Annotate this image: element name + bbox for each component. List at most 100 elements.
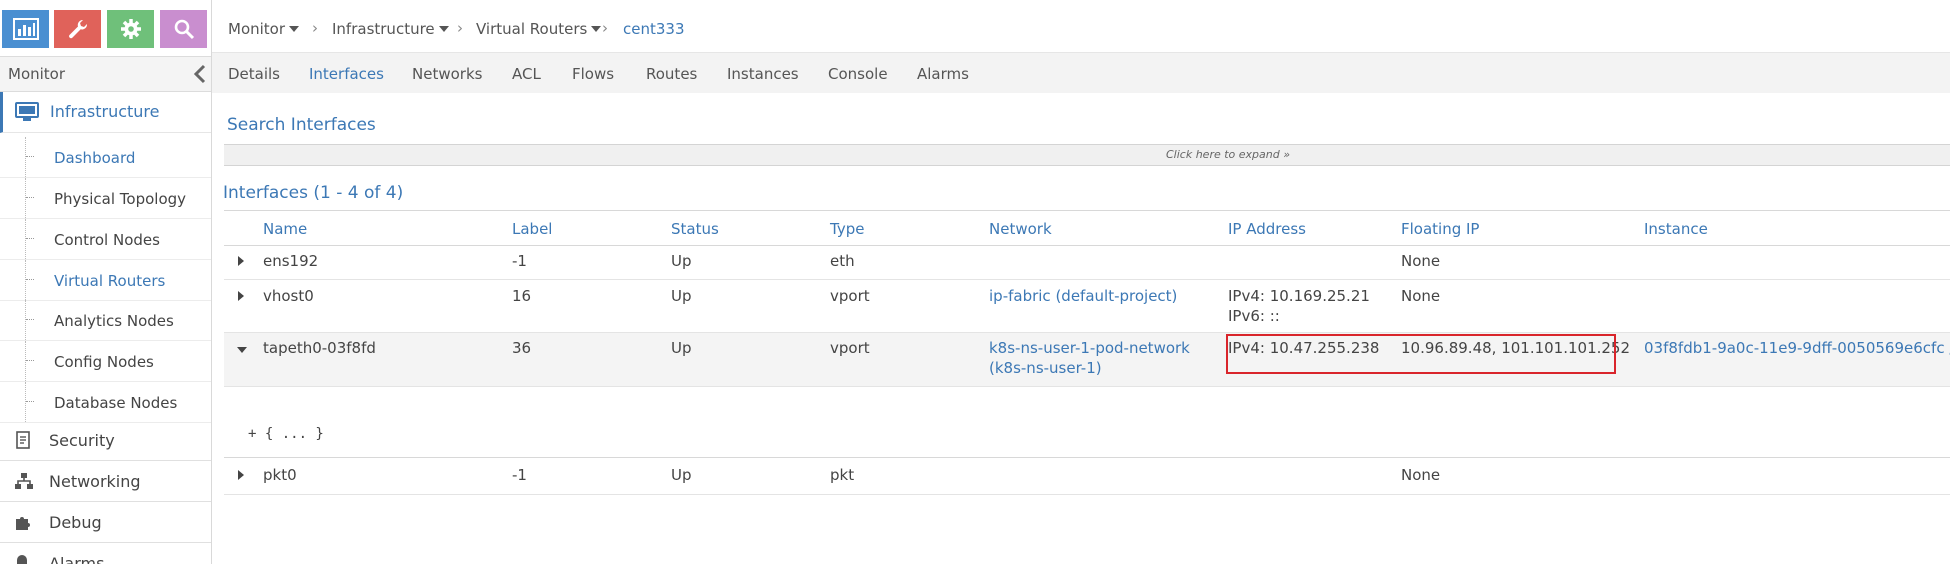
caret-down-icon (438, 26, 449, 32)
cell-type: vport (830, 287, 870, 305)
cell-type: vport (830, 339, 870, 357)
tab-flows[interactable]: Flows (572, 65, 614, 83)
table-row: vhost0 16 Up vport ip-fabric (default-pr… (224, 280, 1950, 333)
column-header-network[interactable]: Network (989, 220, 1052, 238)
column-header-name[interactable]: Name (263, 220, 307, 238)
column-header-type[interactable]: Type (830, 220, 864, 238)
search-icon[interactable] (160, 10, 207, 48)
sidebar-header: Monitor (0, 56, 211, 92)
cell-label: -1 (512, 466, 527, 484)
sidebar-header-label: Monitor (8, 65, 66, 83)
sidebar-item-dashboard[interactable]: Dashboard (0, 137, 211, 178)
tab-console[interactable]: Console (828, 65, 888, 83)
cell-floating-ip: None (1401, 252, 1441, 270)
breadcrumb-current: cent333 (623, 20, 685, 38)
column-header-ip-address[interactable]: IP Address (1228, 220, 1306, 238)
sidebar-item-database-nodes[interactable]: Database Nodes (0, 382, 211, 423)
tab-networks[interactable]: Networks (412, 65, 482, 83)
wrench-icon[interactable] (54, 10, 101, 48)
cell-name: ens192 (263, 252, 319, 270)
sidebar-item-label: Config Nodes (54, 353, 154, 371)
tab-alarms[interactable]: Alarms (917, 65, 969, 83)
sidebar: Monitor Infrastructure Dashboard Physica… (0, 0, 212, 564)
cell-network[interactable]: k8s-ns-user-1-pod-network (k8s-ns-user-1… (989, 338, 1221, 378)
json-expand-toggle[interactable]: + { ... } (248, 426, 324, 442)
cell-type: pkt (830, 466, 855, 484)
expand-row-icon[interactable] (238, 256, 244, 266)
expand-row-icon[interactable] (238, 291, 244, 301)
tab-instances[interactable]: Instances (727, 65, 799, 83)
cell-status: Up (671, 339, 692, 357)
caret-down-icon (591, 26, 602, 32)
column-header-label[interactable]: Label (512, 220, 552, 238)
tab-interfaces[interactable]: Interfaces (309, 65, 384, 83)
tab-details[interactable]: Details (228, 65, 280, 83)
sidebar-item-label: Analytics Nodes (54, 312, 174, 330)
expand-search-label: Click here to expand » (1166, 148, 1291, 161)
cell-type: eth (830, 252, 855, 270)
expand-row-icon[interactable] (238, 470, 244, 480)
bell-icon (14, 554, 30, 564)
cell-label: 36 (512, 339, 532, 357)
breadcrumb: Monitor › Infrastructure › Virtual Route… (212, 6, 1950, 53)
expand-search-bar[interactable]: Click here to expand » (224, 144, 1950, 166)
sidebar-item-virtual-routers[interactable]: Virtual Routers (0, 260, 211, 301)
column-header-instance[interactable]: Instance (1644, 220, 1708, 238)
sidebar-item-analytics-nodes[interactable]: Analytics Nodes (0, 300, 211, 341)
sidebar-item-alarms[interactable]: Alarms (0, 543, 211, 564)
cell-name: pkt0 (263, 466, 297, 484)
breadcrumb-item-virtual-routers[interactable]: Virtual Routers (476, 20, 602, 38)
sidebar-item-security[interactable]: Security (0, 420, 211, 461)
caret-down-icon (289, 26, 300, 32)
document-icon (14, 431, 32, 453)
sidebar-item-label: Alarms (49, 554, 105, 564)
column-header-status[interactable]: Status (671, 220, 719, 238)
collapse-sidebar-icon[interactable] (193, 64, 207, 88)
cell-instance[interactable]: 03f8fdb1-9a0c-11e9-9dff-0050569e6cfc / (1644, 338, 1950, 358)
top-icon-bar (2, 10, 210, 48)
table-row: pkt0 -1 Up pkt None (224, 458, 1950, 495)
grid-header: Name Label Status Type Network IP Addres… (224, 210, 1950, 246)
sidebar-item-label: Database Nodes (54, 394, 178, 412)
search-title: Search Interfaces (227, 115, 376, 135)
sidebar-item-label: Security (49, 431, 115, 450)
table-row: ens192 -1 Up eth None (224, 245, 1950, 280)
tab-acl[interactable]: ACL (512, 65, 541, 83)
sidebar-item-control-nodes[interactable]: Control Nodes (0, 219, 211, 260)
monitor-chart-icon[interactable] (2, 10, 49, 48)
breadcrumb-item-infrastructure[interactable]: Infrastructure (332, 20, 449, 38)
breadcrumb-separator: › (457, 19, 463, 37)
highlight-annotation-box (1226, 334, 1616, 374)
breadcrumb-separator: › (602, 19, 608, 37)
column-header-floating-ip[interactable]: Floating IP (1401, 220, 1479, 238)
row-detail-panel: + { ... } (224, 387, 1950, 458)
collapse-row-icon[interactable] (237, 347, 247, 353)
sidebar-item-config-nodes[interactable]: Config Nodes (0, 341, 211, 382)
sidebar-item-label: Debug (49, 513, 102, 532)
cell-name: tapeth0-03f8fd (263, 339, 376, 357)
sidebar-item-label: Dashboard (54, 149, 136, 167)
cell-status: Up (671, 287, 692, 305)
sidebar-item-label: Virtual Routers (54, 272, 166, 290)
sidebar-item-infrastructure[interactable]: Infrastructure (0, 92, 211, 133)
cell-floating-ip: None (1401, 287, 1441, 305)
gear-icon[interactable] (107, 10, 154, 48)
cell-label: -1 (512, 252, 527, 270)
sidebar-item-networking[interactable]: Networking (0, 461, 211, 502)
sidebar-item-label: Physical Topology (54, 190, 187, 208)
sidebar-item-label: Infrastructure (50, 102, 160, 121)
puzzle-icon (14, 513, 32, 535)
breadcrumb-label: Monitor (228, 20, 286, 38)
cell-ip-address-v6: IPv6: :: (1228, 307, 1280, 325)
cell-status: Up (671, 466, 692, 484)
cell-network[interactable]: ip-fabric (default-project) (989, 286, 1177, 306)
cell-label: 16 (512, 287, 532, 305)
breadcrumb-item-monitor[interactable]: Monitor (228, 20, 300, 38)
monitor-display-icon (15, 102, 39, 126)
sidebar-item-debug[interactable]: Debug (0, 502, 211, 543)
tab-routes[interactable]: Routes (646, 65, 697, 83)
sidebar-item-label: Networking (49, 472, 141, 491)
sidebar-item-physical-topology[interactable]: Physical Topology (0, 178, 211, 219)
cell-status: Up (671, 252, 692, 270)
breadcrumb-label: Infrastructure (332, 20, 435, 38)
